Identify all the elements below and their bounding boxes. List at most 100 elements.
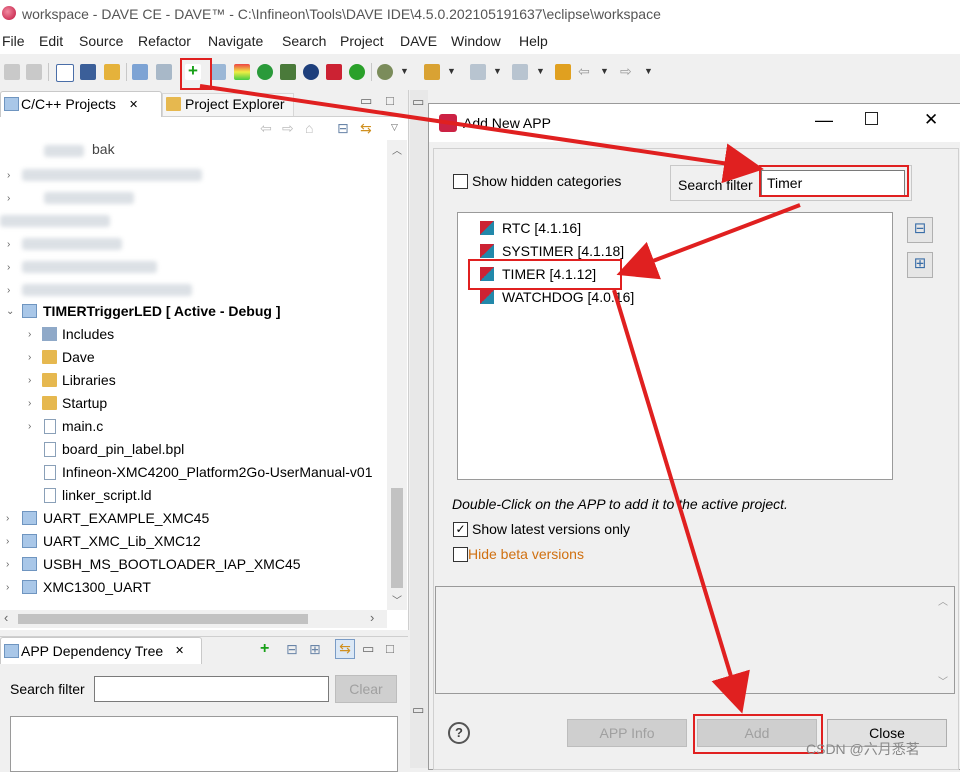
tree-item-user-manual[interactable]: Infineon-XMC4200_Platform2Go-UserManual-… (0, 462, 390, 484)
back-icon[interactable]: ⇦ (260, 120, 272, 137)
menu-search[interactable]: Search (282, 33, 326, 49)
maximize-icon[interactable]: □ (386, 93, 394, 108)
prev-annotation-icon[interactable] (512, 64, 528, 80)
tree-item-linker-script[interactable]: linker_script.ld (0, 485, 390, 507)
save-all-icon[interactable] (26, 64, 42, 80)
download-icon[interactable] (210, 64, 226, 80)
resource-icon[interactable] (280, 64, 296, 80)
dialog-title-bar: Add New APP — ✕ (429, 104, 960, 142)
expand-all-button[interactable]: ⊞ (907, 252, 933, 278)
tree-item-project[interactable]: › UART_EXAMPLE_XMC45 (0, 508, 390, 530)
close-icon[interactable]: ✕ (924, 110, 938, 130)
scroll-up-icon[interactable]: ︿ (938, 593, 948, 608)
hide-beta-versions-checkbox[interactable] (453, 547, 468, 562)
maximize-icon[interactable]: □ (386, 641, 394, 656)
show-hidden-categories-checkbox[interactable] (453, 174, 468, 189)
debug-icon[interactable] (80, 64, 96, 80)
scroll-down-icon[interactable]: ﹀ (392, 592, 402, 607)
show-latest-versions-checkbox[interactable]: ✓ (453, 522, 468, 537)
menu-source[interactable]: Source (79, 33, 123, 49)
save-icon[interactable] (4, 64, 20, 80)
home-icon[interactable]: ⌂ (305, 120, 313, 136)
scroll-down-icon[interactable]: ﹀ (938, 673, 948, 688)
tree-item-board-pin-label[interactable]: board_pin_label.bpl (0, 439, 390, 461)
tree-item-project[interactable]: › USBH_MS_BOOTLOADER_IAP_XMC45 (0, 554, 390, 576)
generate-icon[interactable] (349, 64, 365, 80)
print-icon[interactable] (132, 64, 148, 80)
tab-cpp-projects[interactable]: C/C++ Projects ✕ (0, 91, 162, 117)
tab-app-dependency-tree[interactable]: APP Dependency Tree ✕ (0, 637, 202, 664)
app-item-rtc[interactable]: RTC [4.1.16] (480, 218, 780, 240)
close-icon[interactable]: ✕ (129, 98, 138, 111)
launch-icon[interactable] (424, 64, 440, 80)
pin-icon[interactable] (234, 64, 250, 80)
hide-beta-versions-link[interactable]: Hide beta versions (468, 546, 584, 562)
hammer-icon[interactable] (56, 64, 74, 82)
dependency-search-input[interactable] (94, 676, 329, 702)
app-info-button[interactable]: APP Info (567, 719, 687, 747)
tab-project-explorer[interactable]: Project Explorer (162, 93, 294, 116)
folder-icon (42, 373, 57, 387)
editor-minimize-icon-2[interactable]: ▭ (412, 702, 424, 718)
wand-icon[interactable] (156, 64, 172, 80)
menu-refactor[interactable]: Refactor (138, 33, 191, 49)
help-icon[interactable]: ? (448, 722, 470, 744)
tree-item-main-c[interactable]: › main.c (0, 416, 390, 438)
report-icon[interactable] (326, 64, 342, 80)
wrench-icon[interactable] (104, 64, 120, 80)
menu-file[interactable]: File (2, 33, 25, 49)
tree-item-libraries[interactable]: › Libraries (0, 370, 390, 392)
minimize-icon[interactable]: ▭ (362, 641, 374, 657)
tree-vertical-scrollbar[interactable]: ︿ ﹀ (387, 140, 407, 610)
view-menu-icon[interactable]: ▽ (391, 122, 398, 133)
menu-navigate[interactable]: Navigate (208, 33, 263, 49)
minimize-icon[interactable]: ▭ (360, 93, 372, 109)
tree-item-label: board_pin_label.bpl (62, 441, 185, 457)
tree-item-project[interactable]: › XMC1300_UART (0, 577, 390, 599)
back-arrow-icon[interactable]: ⇦ (578, 64, 594, 80)
clear-button[interactable]: Clear (335, 675, 397, 703)
chip-icon[interactable] (257, 64, 273, 80)
add-new-app-dialog: Add New APP — ✕ Show hidden categories S… (428, 103, 960, 770)
annotation-icon[interactable] (470, 64, 486, 80)
collapse-all-icon[interactable]: ⊟ (286, 641, 298, 658)
app-list[interactable]: RTC [4.1.16] SYSTIMER [4.1.18] TIMER [4.… (457, 212, 893, 480)
collapse-all-icon[interactable]: ⊟ (337, 120, 349, 137)
tree-item-includes[interactable]: › Includes (0, 324, 390, 346)
scroll-left-icon[interactable]: ‹ (4, 610, 8, 625)
link-icon[interactable]: ⇆ (335, 639, 355, 659)
tree-item-label: XMC1300_UART (43, 579, 151, 595)
dependency-tree-view[interactable] (10, 716, 398, 772)
menu-dave[interactable]: DAVE (400, 33, 437, 49)
forward-icon[interactable]: ⇨ (282, 120, 294, 137)
add-icon[interactable]: + (260, 640, 269, 658)
app-item-label: WATCHDOG [4.0.16] (502, 289, 635, 305)
settings-icon[interactable] (377, 64, 393, 80)
info-icon[interactable] (303, 64, 319, 80)
minimize-icon[interactable]: — (815, 110, 833, 131)
tree-item-label: main.c (62, 418, 104, 434)
projects-view-icon (4, 97, 19, 111)
menu-project[interactable]: Project (340, 33, 384, 49)
scroll-up-icon[interactable]: ︿ (392, 142, 402, 157)
menu-window[interactable]: Window (451, 33, 501, 49)
link-editor-icon[interactable]: ⇆ (360, 120, 372, 137)
last-edit-icon[interactable] (555, 64, 571, 80)
tree-item-active-project[interactable]: ⌄ TIMERTriggerLED [ Active - Debug ] (0, 301, 390, 323)
scrollbar-thumb[interactable] (391, 488, 403, 588)
expand-all-icon[interactable]: ⊞ (309, 641, 321, 658)
app-item-watchdog[interactable]: WATCHDOG [4.0.16] (480, 287, 780, 309)
collapse-all-button[interactable]: ⊟ (907, 217, 933, 243)
menu-edit[interactable]: Edit (39, 33, 63, 49)
editor-minimize-icon[interactable]: ▭ (412, 94, 424, 110)
maximize-icon[interactable] (865, 112, 878, 125)
tree-item-dave[interactable]: › Dave (0, 347, 390, 369)
close-icon[interactable]: ✕ (175, 644, 184, 657)
menu-help[interactable]: Help (519, 33, 548, 49)
forward-arrow-icon[interactable]: ⇨ (620, 64, 636, 80)
scrollbar-thumb[interactable] (18, 614, 308, 624)
tree-horizontal-scrollbar[interactable]: ‹ › (0, 610, 387, 628)
tree-item-startup[interactable]: › Startup (0, 393, 390, 415)
scroll-right-icon[interactable]: › (370, 610, 374, 625)
tree-item-project[interactable]: › UART_XMC_Lib_XMC12 (0, 531, 390, 553)
